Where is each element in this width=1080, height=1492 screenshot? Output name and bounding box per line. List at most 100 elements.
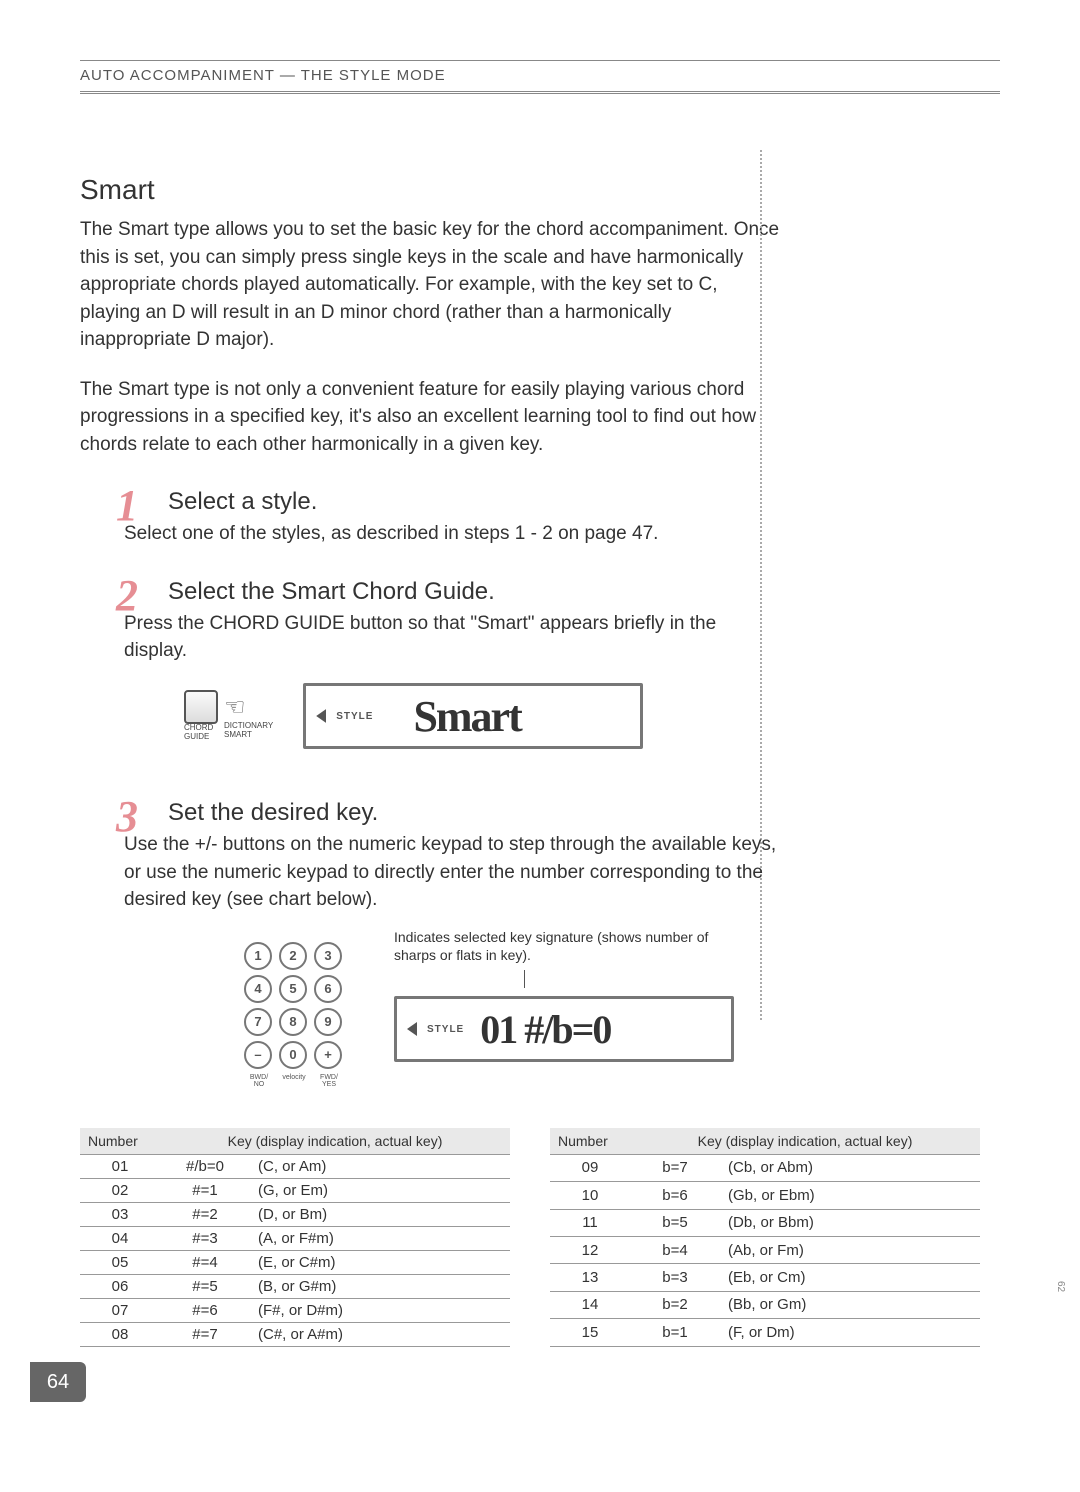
table-row: 09b=7(Cb, or Abm) [550, 1154, 980, 1181]
lcd-text-smart: Smart [413, 691, 520, 742]
table-row: 10b=6(Gb, or Ebm) [550, 1182, 980, 1209]
step-1: 1 Select a style. Select one of the styl… [124, 488, 780, 548]
keypad-1: 1 [244, 942, 272, 970]
table-row: 13b=3(Eb, or Cm) [550, 1264, 980, 1291]
keypad-cap-fwd: FWD/ YES [314, 1074, 344, 1088]
key-table-left: Number Key (display indication, actual k… [80, 1128, 510, 1347]
cell-key: (Db, or Bbm) [720, 1209, 980, 1236]
cell-num: 01 [80, 1154, 160, 1178]
chord-guide-label-mid: SMART [224, 731, 273, 740]
keypad-5: 5 [279, 975, 307, 1003]
cell-num: 12 [550, 1236, 630, 1263]
table-row: 02#=1(G, or Em) [80, 1178, 510, 1202]
cell-disp: b=7 [630, 1154, 720, 1181]
keypad-9: 9 [314, 1008, 342, 1036]
th-number: Number [80, 1128, 160, 1155]
cell-key: (A, or F#m) [250, 1226, 510, 1250]
chord-guide-illustration: CHORD GUIDE ☜ DICTIONARY SMART [184, 690, 273, 742]
lcd-display-key: STYLE 01 #/b=0 [394, 996, 734, 1062]
th-key-r: Key (display indication, actual key) [630, 1128, 980, 1155]
lcd-text-key: 01 #/b=0 [480, 1006, 610, 1053]
keypad-2: 2 [279, 942, 307, 970]
cell-disp: b=2 [630, 1291, 720, 1318]
cell-key: (D, or Bm) [250, 1202, 510, 1226]
cell-disp: b=4 [630, 1236, 720, 1263]
cell-num: 13 [550, 1264, 630, 1291]
table-row: 15b=1(F, or Dm) [550, 1319, 980, 1346]
keypad-minus: – [244, 1041, 272, 1069]
th-number-r: Number [550, 1128, 630, 1155]
step-number-2: 2 [116, 570, 138, 621]
lcd-left-arrow-icon [316, 709, 326, 723]
lcd-display-smart: STYLE Smart [303, 683, 643, 749]
table-row: 01#/b=0(C, or Am) [80, 1154, 510, 1178]
step-3-title: Set the desired key. [124, 799, 780, 827]
cell-disp: b=3 [630, 1264, 720, 1291]
cell-key: (B, or G#m) [250, 1274, 510, 1298]
lcd-style-label: STYLE [336, 711, 373, 722]
cell-disp: #/b=0 [160, 1154, 250, 1178]
cell-num: 04 [80, 1226, 160, 1250]
table-row: 11b=5(Db, or Bbm) [550, 1209, 980, 1236]
table-row: 08#=7(C#, or A#m) [80, 1322, 510, 1346]
cell-disp: #=2 [160, 1202, 250, 1226]
cell-num: 09 [550, 1154, 630, 1181]
cell-key: (Ab, or Fm) [720, 1236, 980, 1263]
cell-num: 06 [80, 1274, 160, 1298]
step-3: 3 Set the desired key. Use the +/- butto… [124, 799, 780, 1088]
cell-disp: #=1 [160, 1178, 250, 1202]
lcd-style-label-2: STYLE [427, 1024, 464, 1035]
page-number-badge: 64 [30, 1362, 86, 1402]
cell-disp: b=1 [630, 1319, 720, 1346]
table-row: 03#=2(D, or Bm) [80, 1202, 510, 1226]
cell-key: (Cb, or Abm) [720, 1154, 980, 1181]
cell-disp: #=7 [160, 1322, 250, 1346]
chord-guide-label-bottom: CHORD GUIDE [184, 724, 218, 742]
cell-num: 11 [550, 1209, 630, 1236]
key-table-right: Number Key (display indication, actual k… [550, 1128, 980, 1347]
step-2-title: Select the Smart Chord Guide. [124, 578, 780, 606]
keypad-4: 4 [244, 975, 272, 1003]
intro-paragraph-2: The Smart type is not only a convenient … [80, 376, 780, 459]
keypad-8: 8 [279, 1008, 307, 1036]
cell-disp: #=6 [160, 1298, 250, 1322]
cell-key: (F#, or D#m) [250, 1298, 510, 1322]
cell-key: (G, or Em) [250, 1178, 510, 1202]
cell-num: 15 [550, 1319, 630, 1346]
step-1-title: Select a style. [124, 488, 780, 516]
lcd-annotation: Indicates selected key signature (shows … [394, 928, 754, 964]
intro-paragraph-1: The Smart type allows you to set the bas… [80, 216, 780, 354]
cell-num: 08 [80, 1322, 160, 1346]
cell-num: 02 [80, 1178, 160, 1202]
annotation-pointer-icon [524, 970, 754, 988]
keypad-7: 7 [244, 1008, 272, 1036]
cell-num: 07 [80, 1298, 160, 1322]
keypad-illustration: 1 2 3 4 5 6 7 8 9 – 0 + BWD/ NO velocity [184, 928, 344, 1088]
cell-key: (F, or Dm) [720, 1319, 980, 1346]
side-page-number: 62 [1055, 1281, 1066, 1292]
cell-disp: #=4 [160, 1250, 250, 1274]
cell-num: 10 [550, 1182, 630, 1209]
step-number-1: 1 [116, 480, 138, 531]
chord-guide-button-icon [184, 690, 218, 724]
step-2-body: Press the CHORD GUIDE button so that "Sm… [124, 610, 780, 665]
keypad-plus: + [314, 1041, 342, 1069]
cell-num: 05 [80, 1250, 160, 1274]
th-key: Key (display indication, actual key) [160, 1128, 510, 1155]
cell-key: (Gb, or Ebm) [720, 1182, 980, 1209]
cell-key: (C, or Am) [250, 1154, 510, 1178]
keypad-3: 3 [314, 942, 342, 970]
cell-key: (Bb, or Gm) [720, 1291, 980, 1318]
table-row: 05#=4(E, or C#m) [80, 1250, 510, 1274]
keypad-cap-bwd: BWD/ NO [244, 1074, 274, 1088]
cell-key: (Eb, or Cm) [720, 1264, 980, 1291]
section-title: Smart [80, 174, 780, 206]
cell-num: 14 [550, 1291, 630, 1318]
table-row: 07#=6(F#, or D#m) [80, 1298, 510, 1322]
key-tables: Number Key (display indication, actual k… [80, 1128, 1000, 1347]
cell-key: (C#, or A#m) [250, 1322, 510, 1346]
hand-pointer-icon: ☜ [224, 694, 246, 721]
keypad-0: 0 [279, 1041, 307, 1069]
cell-disp: #=3 [160, 1226, 250, 1250]
page-header: AUTO ACCOMPANIMENT — THE STYLE MODE [80, 60, 1000, 94]
